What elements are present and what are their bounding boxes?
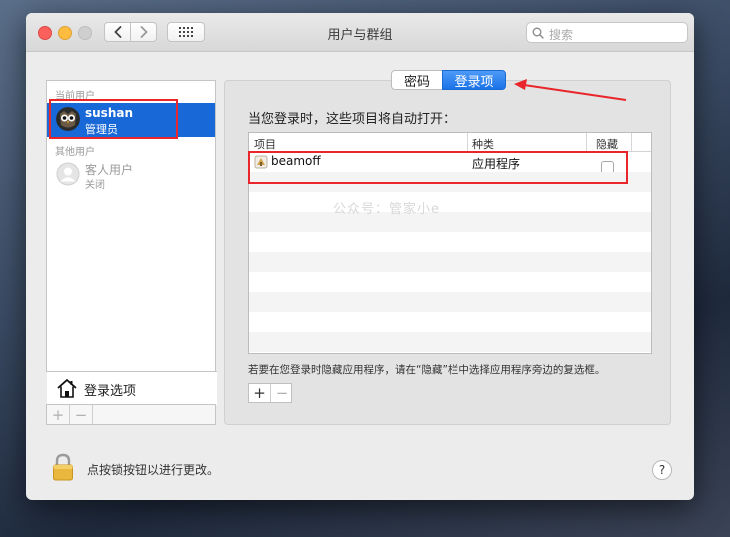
login-options-label: 登录选项 <box>84 384 137 399</box>
titlebar: 用户与群组 搜索 <box>26 13 694 52</box>
search-icon <box>532 27 544 39</box>
house-icon <box>57 379 77 398</box>
login-items-heading: 当您登录时，这些项目将自动打开： <box>248 112 457 127</box>
search-field[interactable]: 搜索 <box>526 22 688 43</box>
table-header: 项目 种类 隐藏 <box>249 133 651 152</box>
lock-icon[interactable] <box>52 453 74 481</box>
lock-text: 点按锁按钮以进行更改。 <box>87 463 220 477</box>
guest-status: 关闭 <box>85 180 105 191</box>
highlight-box-user <box>49 99 178 139</box>
remove-user-button[interactable]: − <box>70 405 93 424</box>
column-item[interactable]: 项目 <box>254 136 276 152</box>
add-login-item-button[interactable]: + <box>249 384 271 402</box>
search-placeholder: 搜索 <box>549 28 574 42</box>
login-item-add-remove-bar: + − <box>248 383 292 403</box>
column-hidden[interactable]: 隐藏 <box>596 136 618 152</box>
help-button[interactable]: ? <box>652 460 672 480</box>
watermark-text: 公众号：管家小e <box>333 202 440 217</box>
remove-login-item-button[interactable]: − <box>271 384 293 402</box>
other-users-label: 其他用户 <box>55 147 95 158</box>
tab-password[interactable]: 密码 <box>391 70 443 90</box>
guest-avatar-icon <box>56 162 80 186</box>
user-add-remove-bar: + − <box>46 404 216 425</box>
annotation-arrow-icon <box>514 79 627 101</box>
highlight-box-login-item <box>248 151 628 184</box>
user-row-guest[interactable]: 客人用户 关闭 <box>47 158 215 192</box>
column-kind[interactable]: 种类 <box>472 136 494 152</box>
login-options-row[interactable]: 登录选项 <box>47 371 217 405</box>
tab-login-items[interactable]: 登录项 <box>442 70 506 90</box>
hide-hint-text: 若要在您登录时隐藏应用程序，请在“隐藏”栏中选择应用程序旁边的复选框。 <box>248 364 606 376</box>
add-user-button[interactable]: + <box>47 405 70 424</box>
